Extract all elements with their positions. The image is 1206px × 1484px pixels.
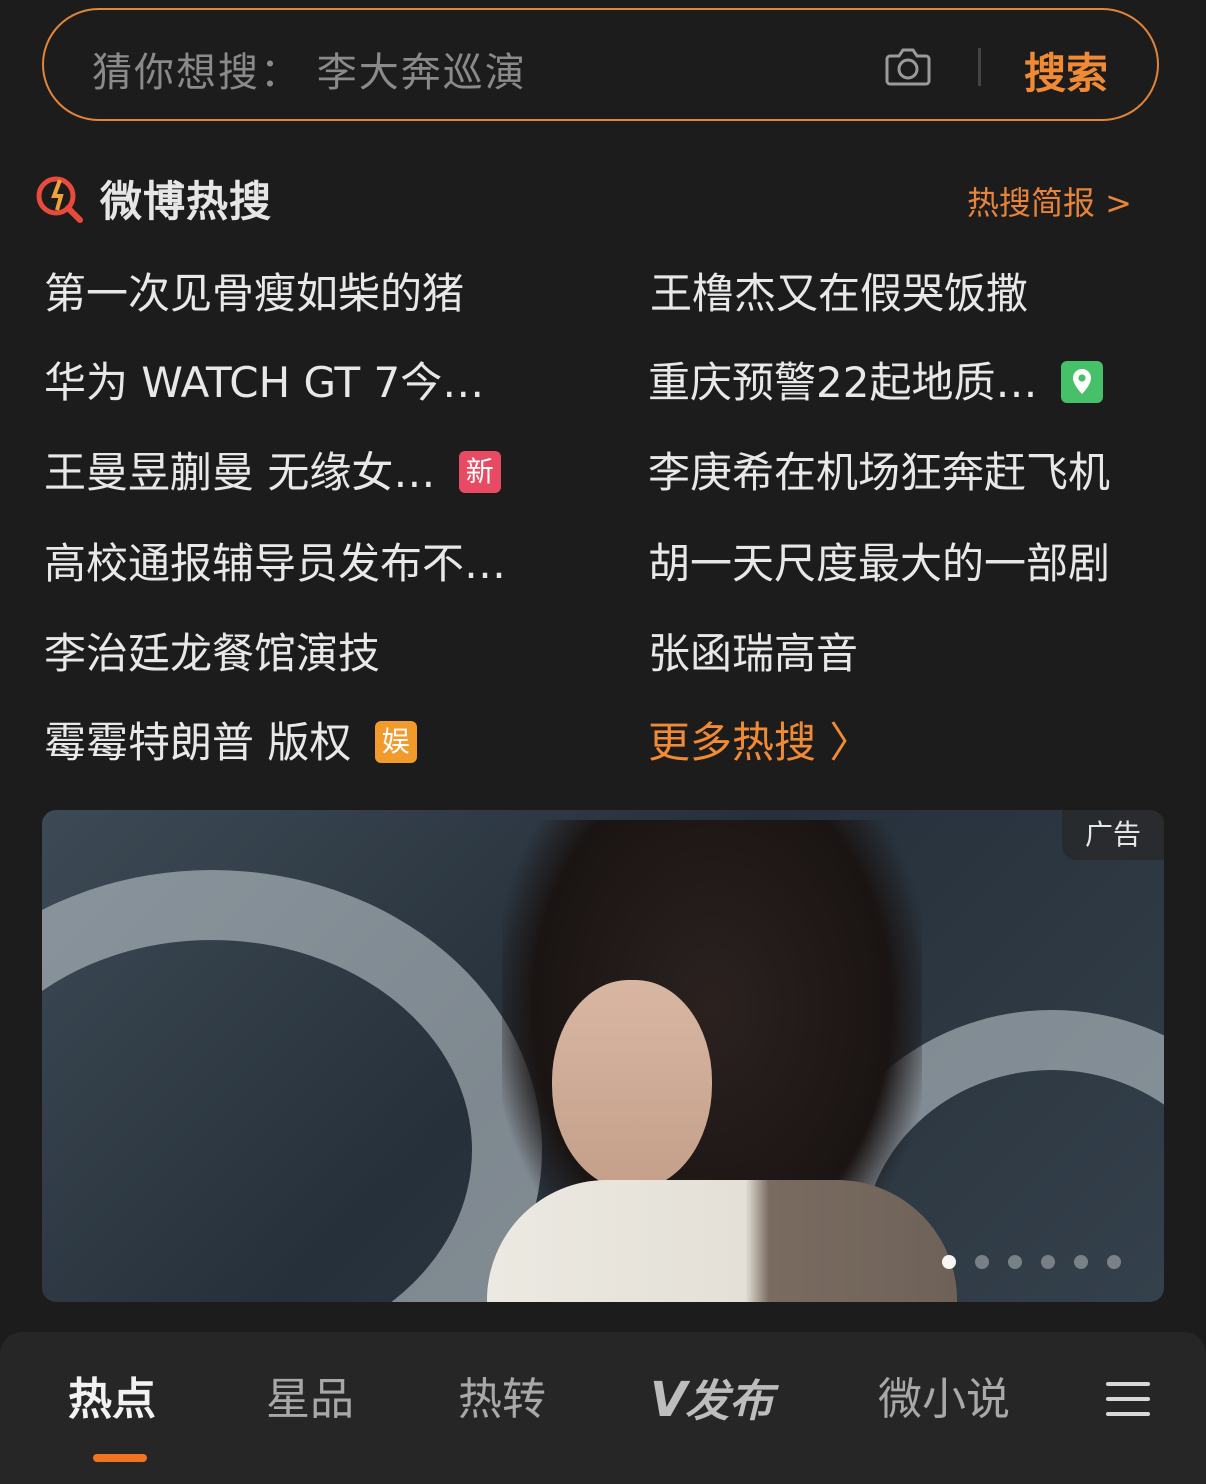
hot-item[interactable]: 张函瑞高音: [648, 624, 858, 684]
v-logo-icon: V: [650, 1372, 687, 1428]
hot-item[interactable]: 李庚希在机场狂奔赶飞机: [648, 443, 1110, 503]
carousel-dot[interactable]: [1107, 1255, 1121, 1269]
more-hot-search-link[interactable]: 更多热搜 〉: [648, 713, 871, 773]
hot-item[interactable]: 高校通报辅导员发布不…: [44, 534, 506, 594]
hot-item-text: 霉霉特朗普 版权: [44, 718, 352, 767]
hot-item[interactable]: 王曼昱蒯曼 无缘女… 新: [44, 443, 501, 503]
weibo-hot-search-icon: [36, 176, 83, 223]
tab-v-publish-label: 发布: [685, 1376, 774, 1427]
hot-item-text: 华为 WATCH GT 7今…: [44, 358, 485, 407]
entertainment-badge: 娱: [374, 720, 417, 763]
chevron-right-icon: 〉: [829, 718, 872, 767]
hot-item-text: 王橹杰又在假哭饭撒: [650, 269, 1029, 318]
new-badge: 新: [458, 450, 501, 493]
search-bar[interactable]: 猜你想搜： 李大奔巡演 搜索: [42, 8, 1159, 121]
carousel-dot[interactable]: [1008, 1255, 1022, 1269]
location-pin-icon: [1060, 360, 1103, 403]
hot-item-text: 李庚希在机场狂奔赶飞机: [648, 448, 1111, 497]
bottom-tab-bar: 热点 星品 热转 V发布 微小说: [0, 1332, 1206, 1484]
active-tab-indicator: [93, 1454, 147, 1462]
ad-model-face: [552, 980, 712, 1190]
hot-item[interactable]: 李治廷龙餐馆演技: [44, 624, 380, 684]
carousel-dot[interactable]: [975, 1255, 989, 1269]
hot-item-text: 重庆预警22起地质…: [648, 358, 1038, 407]
search-input[interactable]: 猜你想搜： 李大奔巡演: [92, 40, 527, 98]
hot-search-header: 微博热搜 热搜简报 >: [34, 168, 1144, 228]
carousel-dot[interactable]: [1041, 1255, 1055, 1269]
ad-model-shirt: [487, 1180, 957, 1302]
hot-item-text: 胡一天尺度最大的一部剧: [648, 539, 1111, 588]
hot-item-text: 李治廷龙餐馆演技: [44, 629, 381, 678]
hot-item-text: 王曼昱蒯曼 无缘女…: [44, 448, 436, 497]
hot-search-title: 微博热搜: [100, 177, 273, 226]
more-hot-search-label: 更多热搜: [648, 718, 817, 767]
hot-item-text: 张函瑞高音: [648, 629, 859, 678]
ad-tag: 广告: [1062, 810, 1164, 860]
tab-hot[interactable]: 热点: [68, 1370, 156, 1430]
tab-micro-novel[interactable]: 微小说: [878, 1370, 1010, 1430]
carousel-dot[interactable]: [942, 1255, 956, 1269]
hot-item[interactable]: 华为 WATCH GT 7今…: [44, 353, 484, 413]
hot-item-text: 第一次见骨瘦如柴的猪: [44, 269, 465, 318]
menu-icon[interactable]: [1106, 1380, 1150, 1418]
search-button[interactable]: 搜索: [1024, 40, 1108, 101]
hot-item-text: 高校通报辅导员发布不…: [44, 539, 507, 588]
carousel-dot[interactable]: [1074, 1255, 1088, 1269]
hot-item[interactable]: 胡一天尺度最大的一部剧: [648, 534, 1110, 594]
tab-star-products[interactable]: 星品: [266, 1370, 354, 1430]
ad-banner[interactable]: 广告: [42, 810, 1164, 1302]
ad-background-shape: [42, 870, 542, 1302]
camera-icon[interactable]: [884, 44, 932, 88]
search-divider: [978, 48, 981, 86]
hot-item[interactable]: 第一次见骨瘦如柴的猪: [44, 264, 464, 324]
hot-item[interactable]: 重庆预警22起地质…: [648, 353, 1103, 413]
hot-item[interactable]: 霉霉特朗普 版权 娱: [44, 713, 417, 773]
hot-item[interactable]: 王橹杰又在假哭饭撒: [650, 264, 1028, 324]
tab-v-publish[interactable]: V发布: [650, 1370, 773, 1430]
hot-search-brief-link[interactable]: 热搜简报 >: [967, 178, 1132, 224]
carousel-indicator[interactable]: [942, 1254, 1140, 1270]
tab-hot-repost[interactable]: 热转: [458, 1370, 546, 1430]
